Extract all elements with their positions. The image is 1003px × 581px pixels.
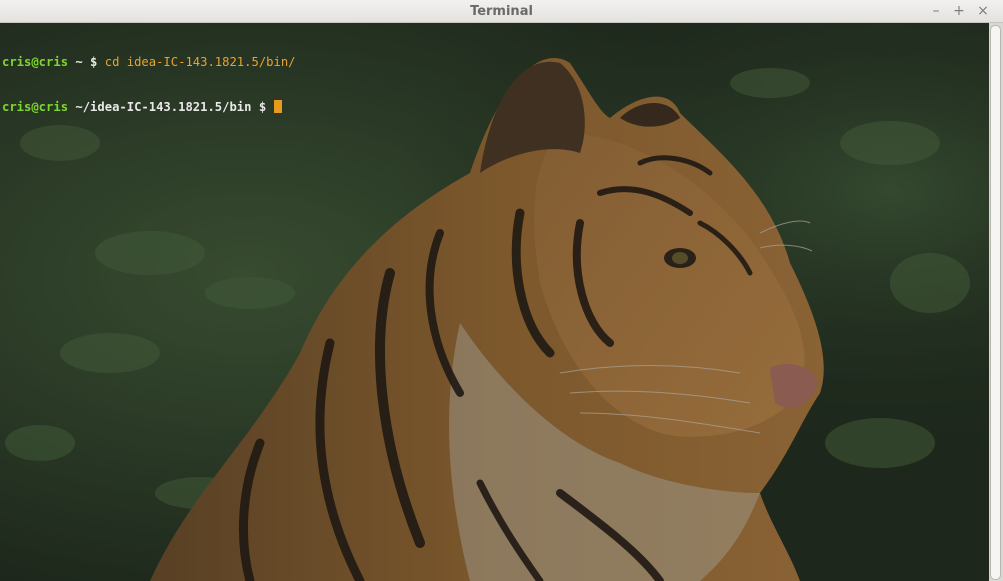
window-title: Terminal: [470, 4, 533, 19]
command-text: cd idea-IC-143.1821.5/bin/: [104, 55, 296, 69]
prompt-path: ~/idea-IC-143.1821.5/bin $: [68, 100, 274, 114]
terminal-output: cris@cris ~ $ cd idea-IC-143.1821.5/bin/…: [2, 25, 296, 145]
prompt-user: cris@cris: [2, 55, 69, 69]
prompt-user: cris@cris: [2, 100, 69, 114]
close-button[interactable]: ×: [974, 2, 992, 20]
terminal-window: Terminal – + × cris@cris ~ $ cd idea-IC-…: [0, 0, 1003, 581]
terminal-area[interactable]: cris@cris ~ $ cd idea-IC-143.1821.5/bin/…: [0, 23, 989, 581]
scrollbar-thumb[interactable]: [990, 25, 1001, 580]
minimize-button[interactable]: –: [927, 2, 945, 20]
vertical-scrollbar[interactable]: [989, 23, 1003, 581]
maximize-button[interactable]: +: [950, 2, 968, 20]
terminal-line: cris@cris ~ $ cd idea-IC-143.1821.5/bin/: [2, 55, 296, 70]
title-bar[interactable]: Terminal – + ×: [0, 0, 1003, 23]
terminal-line: cris@cris ~/idea-IC-143.1821.5/bin $: [2, 100, 296, 115]
prompt-path: ~ $: [68, 55, 105, 69]
text-cursor: [273, 100, 282, 113]
